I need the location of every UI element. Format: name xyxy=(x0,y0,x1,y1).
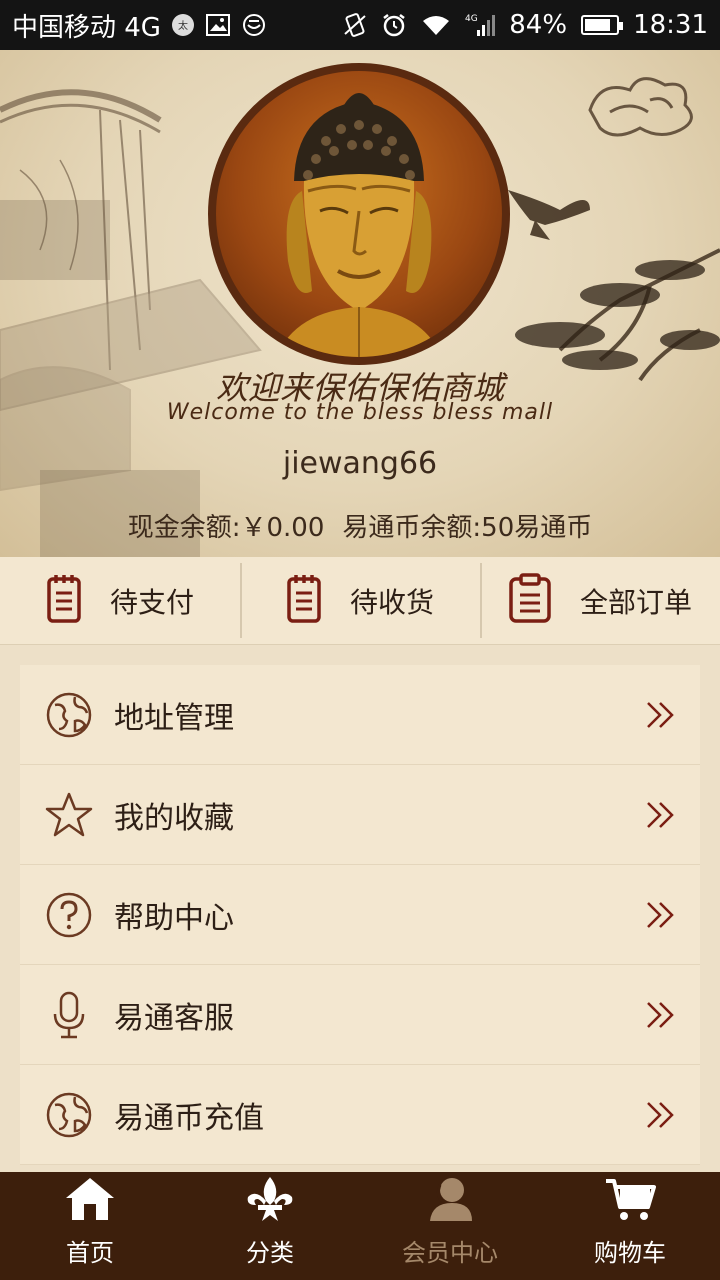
pending-payment-button[interactable]: 待支付 xyxy=(0,557,240,644)
all-orders-label: 全部订单 xyxy=(579,585,692,619)
battery-percent: 84% xyxy=(509,10,568,40)
notepad-icon xyxy=(286,573,322,629)
status-bar: 中国移动 4G 太 4G 84% 18:31 xyxy=(0,0,720,50)
profile-header: 欢迎来保佑保佑商城 Welcome to the bless bless mal… xyxy=(0,50,720,557)
account-menu: 地址管理 我的收藏 帮助中心 易通客服 易通币充值 xyxy=(20,665,700,1165)
image-icon xyxy=(205,13,231,37)
double-chevron-right-icon xyxy=(642,997,678,1033)
vibrate-icon xyxy=(343,12,367,38)
microphone-icon xyxy=(44,990,94,1040)
wifi-icon xyxy=(421,13,451,37)
menu-item-address[interactable]: 地址管理 xyxy=(20,665,700,765)
star-icon xyxy=(44,790,94,840)
menu-item-help[interactable]: 帮助中心 xyxy=(20,865,700,965)
pending-receipt-label: 待收货 xyxy=(349,585,434,619)
double-chevron-right-icon xyxy=(642,1097,678,1133)
double-chevron-right-icon xyxy=(642,897,678,933)
double-chevron-right-icon xyxy=(642,697,678,733)
username: jiewang66 xyxy=(282,446,438,481)
tab-label-cart: 购物车 xyxy=(594,1239,666,1267)
double-chevron-right-icon xyxy=(642,797,678,833)
battery-icon xyxy=(581,15,624,35)
menu-label-recharge: 易通币充值 xyxy=(114,1100,264,1136)
svg-text:太: 太 xyxy=(178,19,188,32)
avatar[interactable] xyxy=(208,63,510,365)
home-icon xyxy=(62,1173,118,1225)
tab-label-category: 分类 xyxy=(246,1239,294,1267)
all-orders-button[interactable]: 全部订单 xyxy=(480,557,720,644)
menu-label-customer-service: 易通客服 xyxy=(114,1000,234,1036)
svg-text:4G: 4G xyxy=(465,14,478,24)
cash-balance: 现金余额:￥0.00 xyxy=(127,513,325,543)
tab-label-home: 首页 xyxy=(66,1239,114,1267)
menu-item-favorites[interactable]: 我的收藏 xyxy=(20,765,700,865)
face-icon xyxy=(241,13,267,37)
fleur-de-lis-icon xyxy=(242,1173,298,1225)
coin-balance: 易通币余额:50易通币 xyxy=(342,513,593,543)
tab-member-center[interactable]: 会员中心 xyxy=(360,1172,540,1280)
cart-icon xyxy=(602,1173,658,1225)
menu-item-recharge[interactable]: 易通币充值 xyxy=(20,1065,700,1165)
carrier-label: 中国移动 4G xyxy=(12,12,161,43)
tab-category[interactable]: 分类 xyxy=(180,1172,360,1280)
member-icon xyxy=(422,1173,478,1225)
balance-info: 现金余额:￥0.00 易通币余额:50易通币 xyxy=(0,507,720,544)
welcome-subtitle: Welcome to the bless bless mall xyxy=(166,400,554,425)
globe-icon xyxy=(44,690,94,740)
help-icon xyxy=(44,890,94,940)
notepad-icon xyxy=(46,573,82,629)
tab-cart[interactable]: 购物车 xyxy=(540,1172,720,1280)
tab-home[interactable]: 首页 xyxy=(0,1172,180,1280)
bottom-tab-bar: 首页 分类 会员中心 购物车 xyxy=(0,1172,720,1280)
pending-payment-label: 待支付 xyxy=(109,585,194,619)
order-shortcuts: 待支付 待收货 全部订单 xyxy=(0,557,720,645)
tab-label-member-center: 会员中心 xyxy=(402,1239,498,1267)
menu-label-address: 地址管理 xyxy=(114,700,234,736)
clipboard-icon xyxy=(508,572,552,629)
alarm-icon xyxy=(381,12,407,38)
menu-label-help: 帮助中心 xyxy=(114,900,234,936)
menu-item-customer-service[interactable]: 易通客服 xyxy=(20,965,700,1065)
buddha-image xyxy=(276,93,442,357)
menu-label-favorites: 我的收藏 xyxy=(114,800,234,836)
notification-icon: 太 xyxy=(171,13,195,37)
clock: 18:31 xyxy=(633,10,708,40)
pending-receipt-button[interactable]: 待收货 xyxy=(240,557,480,644)
signal-icon: 4G xyxy=(465,12,496,38)
globe-icon xyxy=(44,1090,94,1140)
